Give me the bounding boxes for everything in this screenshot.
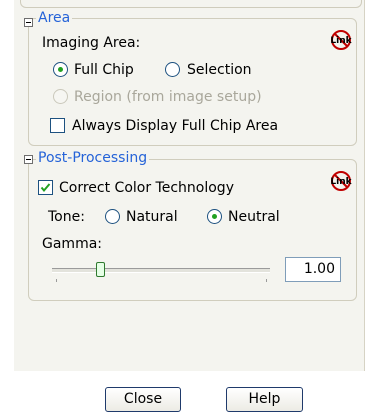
imaging-area-label: Imaging Area:	[42, 35, 141, 51]
neutral-radio[interactable]	[207, 209, 222, 224]
correct-color-checkbox[interactable]	[38, 180, 53, 195]
link-disabled-icon[interactable]: Link	[330, 29, 352, 51]
full-chip-radio[interactable]	[53, 62, 68, 77]
neutral-label[interactable]: Neutral	[228, 208, 280, 226]
region-radio	[53, 89, 68, 104]
link-disabled-icon[interactable]: Link	[330, 170, 352, 192]
post-processing-title: Post-Processing	[36, 150, 150, 166]
selection-radio[interactable]	[165, 62, 180, 77]
slider-tick	[56, 279, 57, 282]
gamma-slider-thumb[interactable]	[96, 262, 105, 277]
post-processing-collapse-icon[interactable]	[24, 155, 33, 164]
correct-color-label[interactable]: Correct Color Technology	[59, 179, 234, 197]
natural-radio[interactable]	[105, 209, 120, 224]
gamma-input[interactable]: 1.00	[285, 257, 341, 282]
always-display-checkbox[interactable]	[50, 118, 65, 133]
gamma-label: Gamma:	[42, 236, 102, 252]
full-chip-label[interactable]: Full Chip	[74, 61, 134, 79]
gamma-slider-track[interactable]	[52, 268, 270, 273]
help-button[interactable]: Help	[226, 387, 303, 412]
checkmark-icon	[40, 183, 51, 193]
slider-tick	[266, 279, 267, 282]
region-label: Region (from image setup)	[74, 89, 262, 105]
tone-label: Tone:	[48, 209, 85, 225]
selection-label[interactable]: Selection	[187, 61, 252, 79]
svg-text:Link: Link	[330, 177, 352, 187]
always-display-label[interactable]: Always Display Full Chip Area	[72, 117, 278, 135]
close-button[interactable]: Close	[105, 387, 181, 412]
area-collapse-icon[interactable]	[24, 18, 33, 27]
natural-label[interactable]: Natural	[126, 208, 178, 226]
area-group-title: Area	[36, 10, 73, 26]
collapsed-section-bottom	[20, 0, 362, 8]
svg-text:Link: Link	[330, 36, 352, 46]
